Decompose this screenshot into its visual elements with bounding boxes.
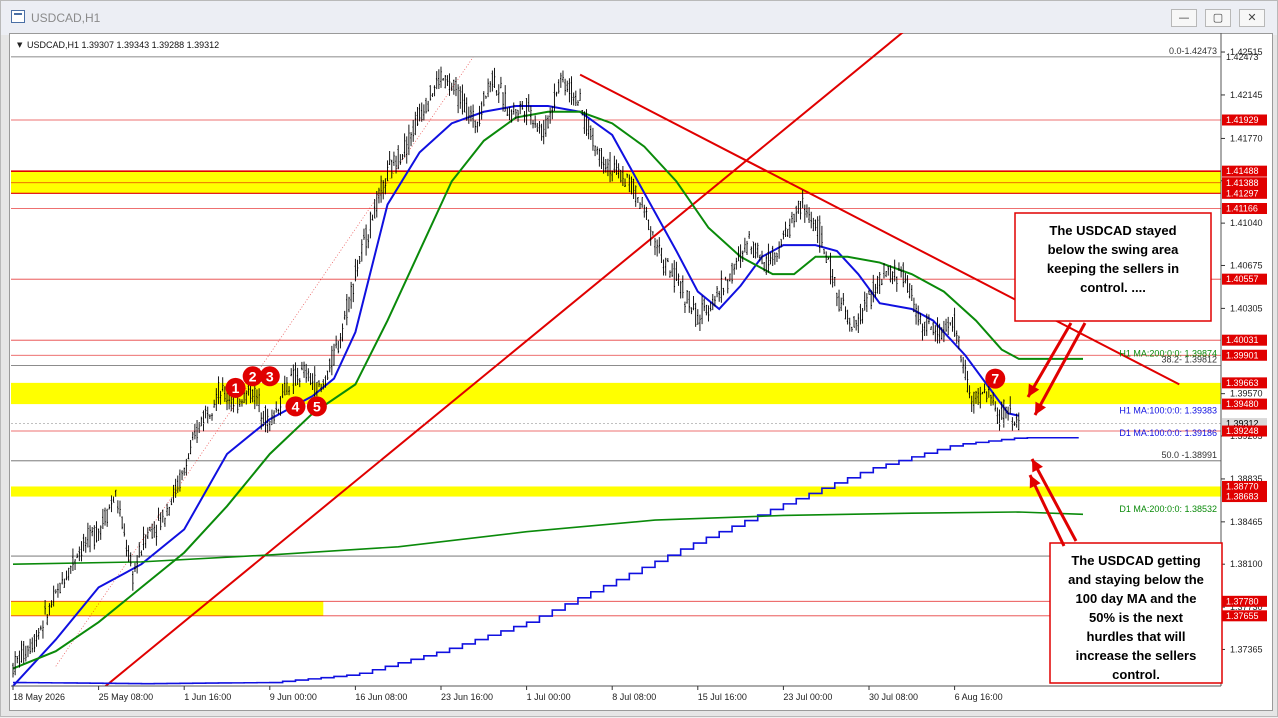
yellow-zone (11, 171, 1221, 194)
price-axis-label: 1.41297 (1226, 188, 1259, 198)
annotation-line: 100 day MA and the (1076, 591, 1197, 606)
price-axis-label: 1.38683 (1226, 492, 1259, 502)
ma-label: H1 MA:100:0:0: 1.39383 (1119, 405, 1217, 415)
swing-marker-label: 1 (232, 380, 240, 396)
price-axis-label: 1.39663 (1226, 378, 1259, 388)
price-axis-label: 1.40031 (1226, 335, 1259, 345)
annotation-line: hurdles that will (1087, 629, 1186, 644)
chart-menu-icon: ▼ (17, 41, 23, 49)
annotation-line: control. .... (1080, 280, 1146, 295)
x-tick-label: 16 Jun 08:00 (355, 692, 407, 702)
chart-window: USDCAD,H1 — ▢ ✕ 1.42515 1.42145 1.41770 1.4… (0, 0, 1278, 717)
price-axis-label: 1.37655 (1226, 611, 1259, 621)
price-axis-label: 1.39248 (1226, 426, 1259, 436)
fib-label: 50.0 -1.38991 (1161, 450, 1217, 460)
ma-label: H1 MA:200:0:0: 1.39874 (1119, 348, 1217, 358)
swing-marker-label: 5 (313, 398, 321, 414)
x-tick-label: 9 Jun 00:00 (270, 692, 317, 702)
yellow-zone (11, 382, 1221, 405)
price-axis-label: 1.39480 (1226, 399, 1259, 409)
y-tick-label: 1.40305 (1230, 303, 1263, 313)
ma-label: D1 MA:200:0:0: 1.38532 (1119, 504, 1217, 514)
price-axis-label: 1.41488 (1226, 166, 1259, 176)
price-axis-label: 1.38770 (1226, 481, 1259, 491)
annotation-line: The USDCAD getting (1071, 553, 1200, 568)
x-tick-label: 15 Jul 16:00 (698, 692, 747, 702)
x-tick-label: 6 Aug 16:00 (955, 692, 1003, 702)
y-tick-label: 1.41040 (1230, 218, 1263, 228)
ohlc-readout: USDCAD,H1 1.39307 1.39343 1.39288 1.3931… (27, 40, 219, 50)
y-tick-label: 1.42145 (1230, 90, 1263, 100)
price-axis-label: 1.39901 (1226, 350, 1259, 360)
price-chart[interactable]: 1.425151.421451.417701.414051.410401.406… (1, 1, 1278, 718)
swing-marker-label: 4 (292, 398, 300, 414)
x-tick-label: 30 Jul 08:00 (869, 692, 918, 702)
annotation-line: control. (1112, 667, 1160, 682)
x-tick-label: 1 Jun 16:00 (184, 692, 231, 702)
x-tick-label: 18 May 2026 (13, 692, 65, 702)
swing-marker-label: 3 (266, 368, 274, 384)
price-axis-label: 1.41929 (1226, 115, 1259, 125)
yellow-zone (11, 601, 324, 616)
y-tick-label: 1.38465 (1230, 517, 1263, 527)
y-tick-label: 1.38100 (1230, 559, 1263, 569)
swing-marker-label: 2 (249, 368, 257, 384)
x-tick-label: 23 Jun 16:00 (441, 692, 493, 702)
fib-label: 0.0-1.42473 (1169, 46, 1217, 56)
y-tick-label: 1.41770 (1230, 133, 1263, 143)
price-axis-label: 1.42473 (1226, 52, 1259, 62)
x-tick-label: 8 Jul 08:00 (612, 692, 656, 702)
plot-layer (11, 33, 1221, 686)
annotation-arrow (1030, 458, 1078, 542)
y-tick-label: 1.40675 (1230, 260, 1263, 270)
annotation-line: The USDCAD stayed (1049, 223, 1176, 238)
y-tick-label: 1.39570 (1230, 389, 1263, 399)
price-axis-label: 1.41388 (1226, 178, 1259, 188)
price-axis-label: 1.40557 (1226, 274, 1259, 284)
swing-marker-label: 7 (991, 371, 999, 387)
ma-label: D1 MA:100:0:0: 1.39186 (1119, 428, 1217, 438)
y-tick-label: 1.37365 (1230, 644, 1263, 654)
annotation-line: keeping the sellers in (1047, 261, 1179, 276)
fib-anchor-line (55, 57, 474, 667)
x-tick-label: 25 May 08:00 (99, 692, 154, 702)
annotation-line: 50% is the next (1089, 610, 1184, 625)
annotation-line: increase the sellers (1076, 648, 1197, 663)
x-tick-label: 23 Jul 00:00 (783, 692, 832, 702)
price-candles (12, 66, 1020, 678)
price-axis-label: 1.37780 (1226, 596, 1259, 606)
annotation-line: below the swing area (1048, 242, 1180, 257)
annotation-line: and staying below the (1068, 572, 1204, 587)
price-axis-label: 1.41166 (1226, 204, 1258, 214)
x-tick-label: 1 Jul 00:00 (527, 692, 571, 702)
